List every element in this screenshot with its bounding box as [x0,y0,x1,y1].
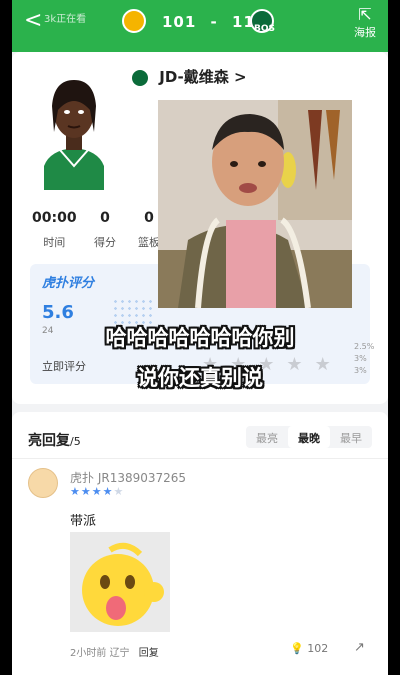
stat-value: 0 [144,210,154,226]
home-team-logo[interactable] [122,9,146,33]
viewer-count: 3k正在看 [44,14,87,25]
reply-location: 辽宁 [109,648,130,659]
replies-title: 亮回复/5 [28,430,81,450]
stat-value: 0 [100,210,110,226]
home-score: 101 [162,13,197,31]
stat-rebounds: 0 篮板 [138,210,160,250]
rating-title: 虎扑评分 [42,276,95,291]
lightbulb-icon: 💡 [290,642,304,655]
share-poster-icon: ⇱ [358,5,372,24]
sort-tabs: 最亮 最晚 最早 [246,426,372,448]
stat-value: 00:00 [32,210,77,226]
player-photo [30,70,118,190]
replies-section: 亮回复/5 最亮 最晚 最早 虎扑 JR1389037265 ★★★★★ 带派 … [12,412,388,675]
subtitle-line-1: 哈哈哈哈哈哈哈你别 [105,326,295,350]
reply-meta: 2小时前 辽宁 回复 [70,644,159,659]
avatar[interactable] [28,468,58,498]
rating-score: 5.6 [42,302,74,323]
reply-time: 2小时前 [70,648,107,659]
like-button[interactable]: 💡 102 [290,642,328,655]
reply-text: 带派 [70,514,97,529]
reply-username[interactable]: 虎扑 JR1389037265 [70,469,186,486]
reply-button[interactable]: 回复 [139,648,159,659]
score-separator: - [210,13,218,31]
player-name-link[interactable]: JD-戴维森 > [132,66,247,87]
stat-label: 得分 [94,236,116,249]
stat-minutes: 00:00 时间 [32,210,77,250]
divider [12,458,388,459]
user-level-stars: ★★★★★ [70,485,125,498]
poster-button[interactable]: ⇱ 海报 [354,6,376,40]
sort-tab-earliest[interactable]: 最早 [330,426,372,448]
video-overlay[interactable] [158,100,352,308]
poster-label: 海报 [354,26,376,39]
away-team-abbr: BOS [254,24,275,34]
replies-count: /5 [70,435,81,448]
replies-heading: 亮回复 [28,433,70,449]
game-header: < 3k正在看 101 - 111 BOS ⇱ 海报 [12,0,388,52]
team-badge-icon [132,69,148,86]
stat-points: 0 得分 [94,210,116,250]
back-button[interactable]: < [24,10,42,32]
sort-tab-latest[interactable]: 最晚 [288,426,330,448]
sort-tab-hot[interactable]: 最亮 [246,426,288,448]
stat-label: 时间 [43,236,66,249]
sticker-image[interactable] [70,532,170,632]
like-count: 102 [307,642,329,655]
stat-label: 篮板 [138,236,160,249]
share-icon[interactable]: ↗ [354,640,365,655]
subtitle-line-2: 说你还真别说 [137,366,263,390]
player-name: JD-戴维森 > [159,68,247,86]
